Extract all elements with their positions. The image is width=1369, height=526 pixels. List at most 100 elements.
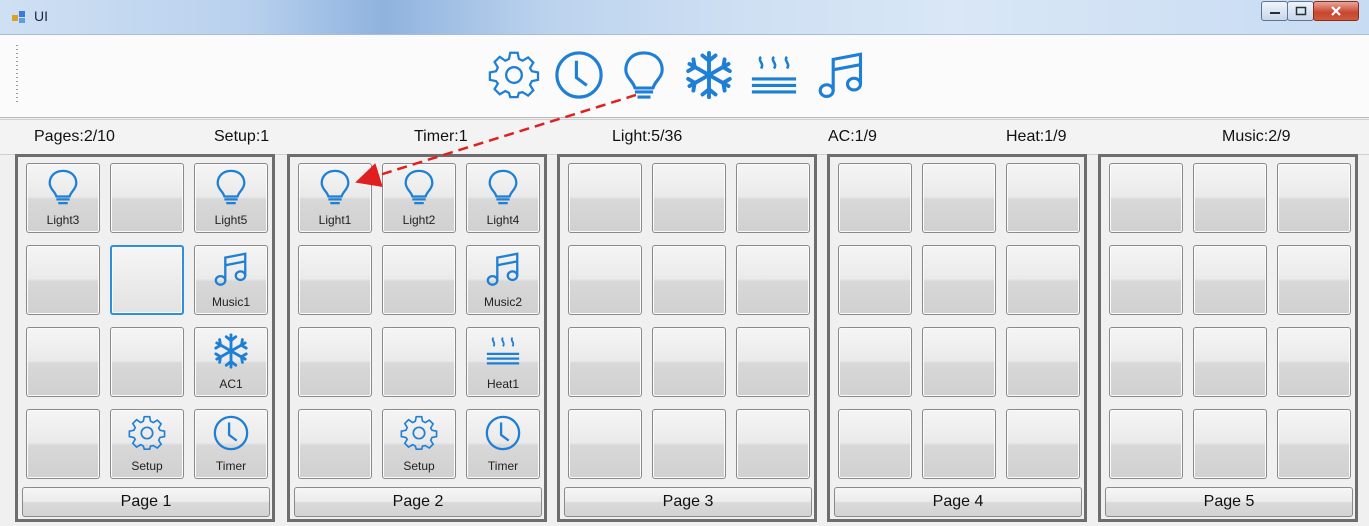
empty-cell[interactable] <box>736 327 810 397</box>
empty-cell[interactable] <box>838 245 912 315</box>
timer-count: Timer:1 <box>414 128 468 145</box>
toolbar-music-tool[interactable] <box>815 49 867 101</box>
page-panel-1: Light3 Light5 Music1 AC1 Setup Timer Page… <box>15 154 275 522</box>
status-bar: Pages:2/10 Setup:1 Timer:1 Light:5/36 AC… <box>0 119 1369 155</box>
toolbar-setup-tool[interactable] <box>488 49 540 101</box>
empty-cell[interactable] <box>1109 245 1183 315</box>
empty-cell[interactable] <box>838 163 912 233</box>
maximize-icon <box>1295 6 1306 16</box>
empty-cell[interactable] <box>26 245 100 315</box>
cell-timer[interactable]: Timer <box>194 409 268 479</box>
empty-cell[interactable] <box>382 245 456 315</box>
empty-cell[interactable] <box>568 327 642 397</box>
empty-cell[interactable] <box>1193 163 1267 233</box>
empty-cell[interactable] <box>652 327 726 397</box>
empty-cell[interactable] <box>382 327 456 397</box>
empty-cell[interactable] <box>736 409 810 479</box>
clock-icon <box>212 414 250 452</box>
empty-cell[interactable] <box>1006 245 1080 315</box>
page-button-2[interactable]: Page 2 <box>294 487 542 517</box>
clock-icon <box>484 414 522 452</box>
empty-cell[interactable] <box>1193 327 1267 397</box>
empty-cell[interactable] <box>1006 409 1080 479</box>
cell-light2[interactable]: Light2 <box>382 163 456 233</box>
toolbar-ac-tool[interactable] <box>683 49 735 101</box>
cell-label: Timer <box>215 459 247 473</box>
device-toolbar <box>0 35 1369 118</box>
cell-light4[interactable]: Light4 <box>466 163 540 233</box>
cell-setup[interactable]: Setup <box>110 409 184 479</box>
empty-cell[interactable] <box>1277 327 1351 397</box>
empty-cell[interactable] <box>922 163 996 233</box>
page-button-5[interactable]: Page 5 <box>1105 487 1353 517</box>
empty-cell[interactable] <box>26 327 100 397</box>
cell-label: Setup <box>131 459 163 473</box>
empty-cell[interactable] <box>568 163 642 233</box>
gear-icon <box>128 414 166 452</box>
empty-cell[interactable] <box>1006 327 1080 397</box>
empty-cell[interactable] <box>1193 409 1267 479</box>
cell-label: Light5 <box>214 213 248 227</box>
cell-music2[interactable]: Music2 <box>466 245 540 315</box>
cell-light3[interactable]: Light3 <box>26 163 100 233</box>
empty-cell[interactable] <box>736 163 810 233</box>
empty-cell[interactable] <box>1109 163 1183 233</box>
empty-cell[interactable] <box>568 245 642 315</box>
empty-cell[interactable] <box>110 245 184 315</box>
heat-icon <box>484 332 522 370</box>
minimize-button[interactable] <box>1261 1 1288 21</box>
cell-light1[interactable]: Light1 <box>298 163 372 233</box>
cell-timer[interactable]: Timer <box>466 409 540 479</box>
cell-setup[interactable]: Setup <box>382 409 456 479</box>
title-bar: UI <box>0 0 1369 35</box>
cell-music1[interactable]: Music1 <box>194 245 268 315</box>
lightbulb-icon <box>212 168 250 206</box>
close-button[interactable] <box>1313 1 1359 21</box>
toolbar-grip[interactable] <box>16 45 18 105</box>
empty-cell[interactable] <box>26 409 100 479</box>
music-icon <box>212 250 250 288</box>
empty-cell[interactable] <box>298 409 372 479</box>
cell-light5[interactable]: Light5 <box>194 163 268 233</box>
music-icon <box>815 52 867 105</box>
cell-heat1[interactable]: Heat1 <box>466 327 540 397</box>
toolbar-timer-tool[interactable] <box>553 49 605 101</box>
minimize-icon <box>1269 12 1280 14</box>
empty-cell[interactable] <box>1109 409 1183 479</box>
snowflake-icon <box>683 50 735 105</box>
page-button-1[interactable]: Page 1 <box>22 487 270 517</box>
empty-cell[interactable] <box>1277 163 1351 233</box>
empty-cell[interactable] <box>652 409 726 479</box>
empty-cell[interactable] <box>922 327 996 397</box>
pages-count: Pages:2/10 <box>34 128 115 145</box>
empty-cell[interactable] <box>298 245 372 315</box>
empty-cell[interactable] <box>736 245 810 315</box>
empty-cell[interactable] <box>110 327 184 397</box>
empty-cell[interactable] <box>568 409 642 479</box>
empty-cell[interactable] <box>1006 163 1080 233</box>
empty-cell[interactable] <box>1109 327 1183 397</box>
empty-cell[interactable] <box>838 409 912 479</box>
empty-cell[interactable] <box>838 327 912 397</box>
empty-cell[interactable] <box>922 409 996 479</box>
lightbulb-icon <box>400 168 438 206</box>
cell-label: Light1 <box>318 213 352 227</box>
empty-cell[interactable] <box>1277 245 1351 315</box>
empty-cell[interactable] <box>1193 245 1267 315</box>
empty-cell[interactable] <box>652 163 726 233</box>
cell-ac1[interactable]: AC1 <box>194 327 268 397</box>
toolbar-heat-tool[interactable] <box>748 49 800 101</box>
page-button-4[interactable]: Page 4 <box>834 487 1082 517</box>
page-button-3[interactable]: Page 3 <box>564 487 812 517</box>
cell-label: Timer <box>487 459 519 473</box>
empty-cell[interactable] <box>1277 409 1351 479</box>
gear-icon <box>488 51 540 105</box>
toolbar-light-tool[interactable] <box>618 49 670 101</box>
empty-cell[interactable] <box>298 327 372 397</box>
maximize-button[interactable] <box>1287 1 1314 21</box>
empty-cell[interactable] <box>110 163 184 233</box>
empty-cell[interactable] <box>652 245 726 315</box>
page-panel-2: Light1 Light2 Light4 Music2 Heat1 Setup … <box>287 154 547 522</box>
empty-cell[interactable] <box>922 245 996 315</box>
lightbulb-icon <box>484 168 522 206</box>
